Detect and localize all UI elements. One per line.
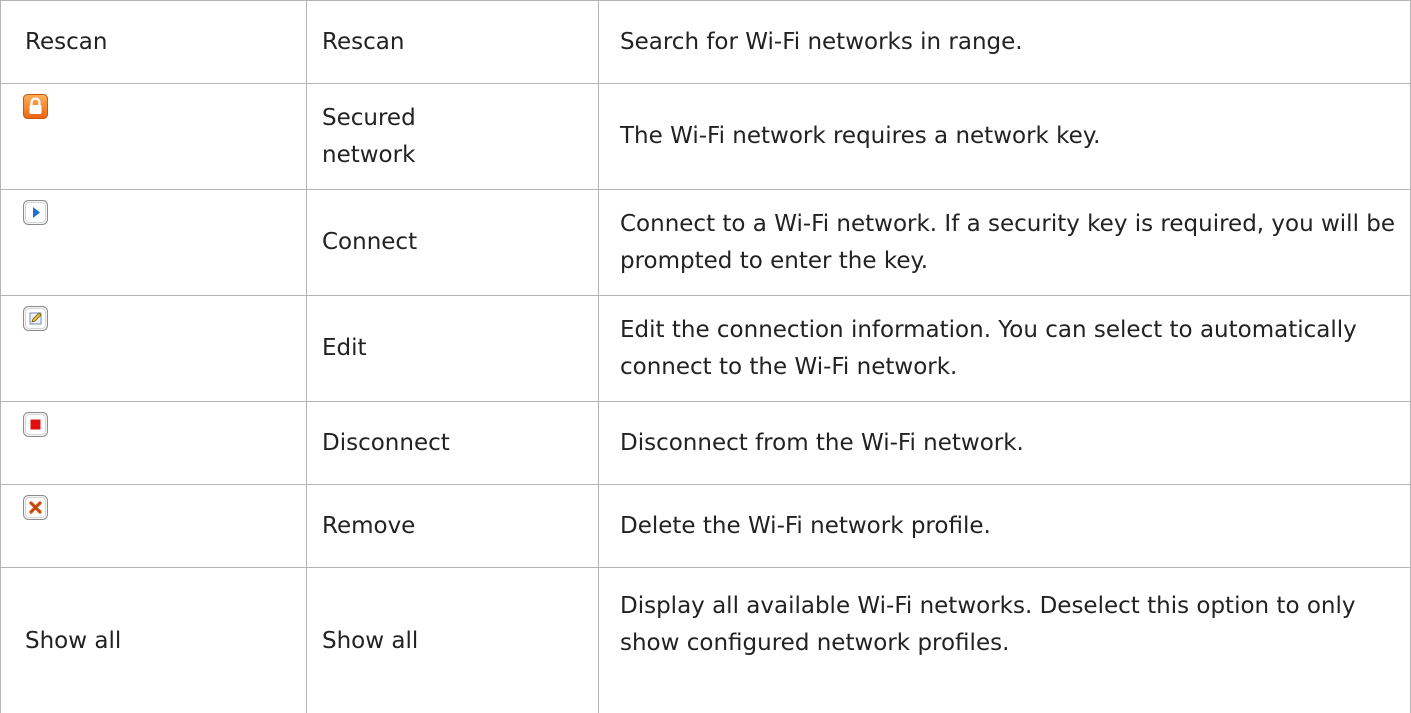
description-text: Display all available Wi-Fi networks. De… [620, 593, 1356, 656]
table-row: Rescan Rescan Search for Wi-Fi networks … [0, 1, 1411, 84]
col1-cell: Rescan [0, 1, 307, 83]
col1-cell [0, 190, 307, 295]
description-text: Disconnect from the Wi-Fi network. [620, 429, 1024, 456]
description-text: Delete the Wi-Fi network profile. [620, 512, 991, 539]
col2-cell: Show all [307, 568, 599, 713]
table-row: Show all Show all Display all available … [0, 568, 1411, 713]
stop-icon[interactable] [23, 412, 48, 437]
table-row: Connect Connect to a Wi-Fi network. If a… [0, 190, 1411, 296]
col2-cell: Connect [307, 190, 599, 295]
col3-cell: Disconnect from the Wi-Fi network. [599, 402, 1411, 484]
lock-icon [23, 94, 48, 119]
name-label: Disconnect [322, 429, 450, 456]
description-text: Search for Wi-Fi networks in range. [620, 28, 1023, 55]
table-row: Remove Delete the Wi-Fi network profile. [0, 485, 1411, 568]
col2-cell: Remove [307, 485, 599, 567]
col2-cell: Disconnect [307, 402, 599, 484]
remove-icon[interactable] [23, 495, 48, 520]
name-label: Secured network [322, 104, 416, 168]
edit-icon[interactable] [23, 306, 48, 331]
col2-cell: Rescan [307, 1, 599, 83]
col3-cell: Search for Wi-Fi networks in range. [599, 1, 1411, 83]
name-label: Rescan [322, 28, 405, 55]
icon-legend-table: Rescan Rescan Search for Wi-Fi networks … [0, 0, 1411, 713]
col2-cell: Secured network [307, 84, 599, 189]
col1-cell [0, 402, 307, 484]
description-text: The Wi-Fi network requires a network key… [620, 123, 1101, 149]
name-label: Connect [322, 229, 418, 255]
col3-cell: Connect to a Wi-Fi network. If a securit… [599, 190, 1411, 295]
col3-cell: Edit the connection information. You can… [599, 296, 1411, 401]
col1-cell [0, 296, 307, 401]
col3-cell: The Wi-Fi network requires a network key… [599, 84, 1411, 189]
name-label: Show all [322, 627, 419, 654]
col3-cell: Delete the Wi-Fi network profile. [599, 485, 1411, 567]
col2-cell: Edit [307, 296, 599, 401]
col1-cell [0, 84, 307, 189]
col3-cell: Display all available Wi-Fi networks. De… [599, 568, 1411, 713]
table-row: Edit Edit the connection information. Yo… [0, 296, 1411, 402]
description-text: Connect to a Wi-Fi network. If a securit… [620, 210, 1396, 274]
table-row: Disconnect Disconnect from the Wi-Fi net… [0, 402, 1411, 485]
rescan-button-label: Rescan [25, 28, 108, 55]
table-row: Secured network The Wi-Fi network requir… [0, 84, 1411, 190]
col1-cell [0, 485, 307, 567]
play-icon[interactable] [23, 200, 48, 225]
name-label: Edit [322, 335, 367, 361]
show-all-checkbox-label: Show all [25, 627, 122, 654]
col1-cell: Show all [0, 568, 307, 713]
description-text: Edit the connection information. You can… [620, 316, 1357, 380]
name-label: Remove [322, 512, 416, 539]
